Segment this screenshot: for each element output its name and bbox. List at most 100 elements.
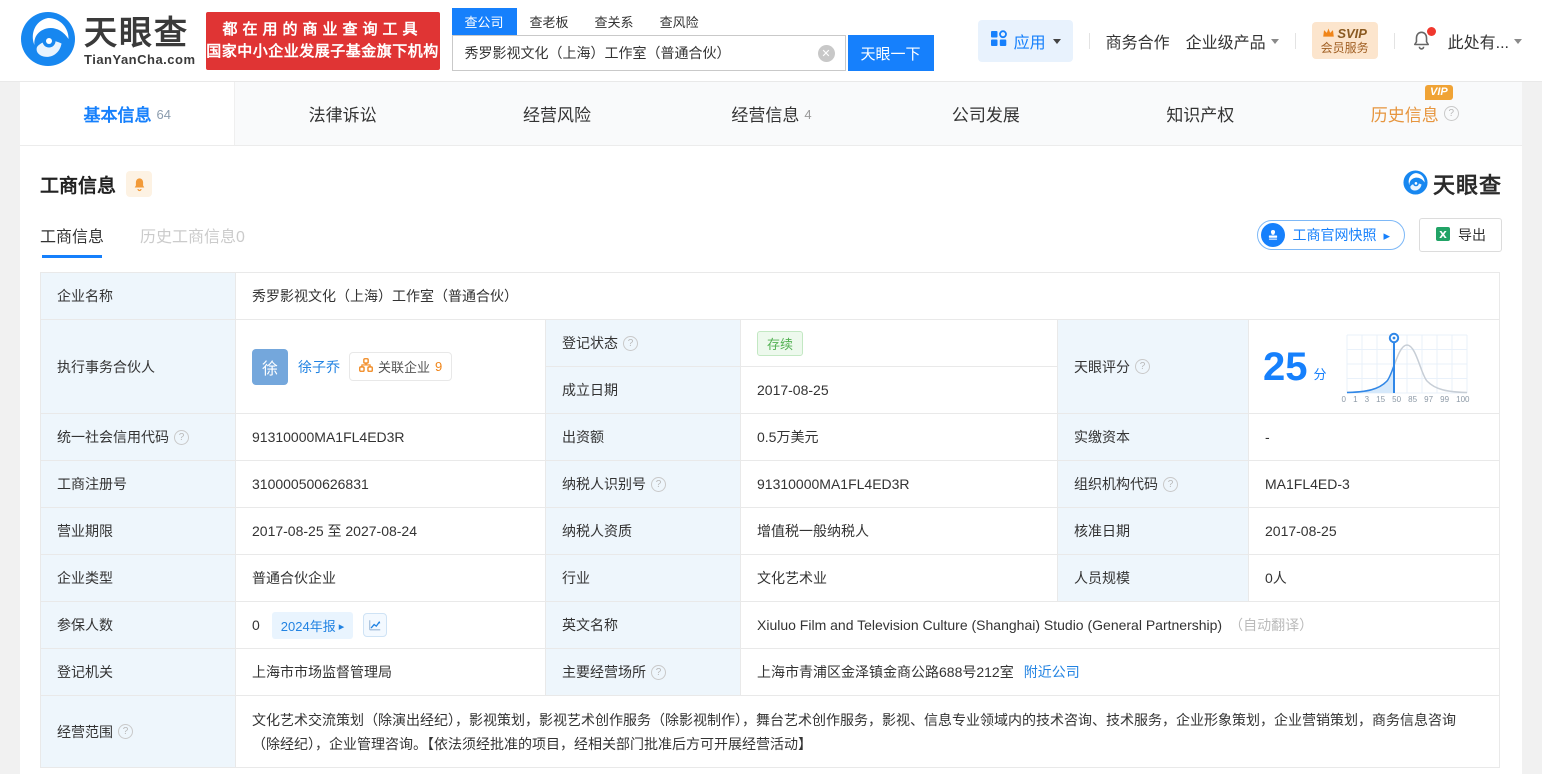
field-label-reg-number: 工商注册号 bbox=[41, 461, 236, 508]
enterprise-products-menu[interactable]: 企业级产品 bbox=[1186, 29, 1279, 53]
export-button[interactable]: X 导出 bbox=[1419, 218, 1502, 252]
field-label-industry: 行业 bbox=[546, 555, 741, 602]
tab-operation-info[interactable]: 经营信息 4 bbox=[664, 82, 878, 145]
search-tab-boss[interactable]: 查老板 bbox=[517, 8, 582, 35]
related-companies-label: 关联企业 bbox=[378, 360, 431, 375]
notifications-bell-icon[interactable] bbox=[1411, 27, 1436, 51]
tab-label: 公司发展 bbox=[951, 106, 1020, 125]
field-label-staff-size: 人员规模 bbox=[1058, 555, 1249, 602]
field-label-taxpayer-id: 纳税人识别号 bbox=[546, 461, 741, 508]
tianyancha-swirl-icon bbox=[20, 11, 76, 70]
subtab-history-business-info[interactable]: 历史工商信息0 bbox=[140, 223, 245, 247]
user-menu[interactable]: 此处有... bbox=[1448, 29, 1522, 53]
help-icon[interactable] bbox=[1135, 359, 1150, 374]
field-value-taxpayer-quality: 增值税一般纳税人 bbox=[741, 508, 1058, 555]
official-snapshot-button[interactable]: 工商官网快照 bbox=[1257, 220, 1405, 250]
trend-chart-icon[interactable] bbox=[363, 613, 388, 637]
header-divider bbox=[1088, 32, 1090, 49]
partner-name-link[interactable]: 徐子乔 bbox=[298, 357, 340, 377]
business-info-table: 企业名称 秀罗影视文化（上海）工作室（普通合伙） 执行事务合伙人 徐 徐子乔 关… bbox=[40, 272, 1500, 768]
monitor-bell-icon[interactable] bbox=[126, 171, 153, 197]
excel-icon: X bbox=[1435, 226, 1451, 245]
logo-domain: TianYanCha.com bbox=[84, 51, 196, 67]
subtab-business-info[interactable]: 工商信息 bbox=[40, 223, 104, 258]
crown-icon bbox=[1322, 26, 1335, 42]
field-value-taxpayer-id: 91310000MA1FL4ED3R bbox=[741, 461, 1058, 508]
search-input[interactable] bbox=[464, 45, 818, 61]
annual-report-label: 2024年报 bbox=[280, 618, 336, 634]
field-value-capital: 0.5万美元 bbox=[741, 414, 1058, 461]
search-tab-company[interactable]: 查公司 bbox=[451, 8, 517, 35]
field-value-reg-authority: 上海市市场监督管理局 bbox=[236, 649, 546, 696]
promo-line1: 都在用的商业查询工具 bbox=[222, 20, 423, 38]
snapshot-label: 工商官网快照 bbox=[1292, 227, 1377, 243]
tab-label: 经营风险 bbox=[523, 106, 592, 125]
label-text: 天眼评分 bbox=[1074, 358, 1130, 375]
field-value-credit-code: 91310000MA1FL4ED3R bbox=[236, 414, 546, 461]
svg-text:X: X bbox=[1439, 230, 1447, 241]
svip-member-button[interactable]: SVIP 会员服务 bbox=[1311, 21, 1378, 60]
search-tab-risk[interactable]: 查风险 bbox=[647, 8, 712, 35]
field-value-business-site: 上海市青浦区金泽镇金商公路688号212室 附近公司 bbox=[741, 649, 1499, 696]
notification-dot bbox=[1426, 27, 1436, 36]
related-companies-count: 9 bbox=[435, 359, 443, 374]
field-value-industry: 文化艺术业 bbox=[741, 555, 1058, 602]
tab-label: 知识产权 bbox=[1166, 106, 1235, 125]
tab-legal-litigation[interactable]: 法律诉讼 bbox=[235, 82, 449, 145]
member-service-label: 会员服务 bbox=[1320, 41, 1369, 56]
watermark-logo: 天眼查 bbox=[1403, 168, 1502, 200]
field-label-insured: 参保人数 bbox=[41, 602, 236, 649]
status-badge: 存续 bbox=[757, 330, 804, 356]
arrow-right-icon bbox=[1383, 227, 1390, 244]
search-tab-relation[interactable]: 查关系 bbox=[582, 8, 647, 35]
label-text: 主要经营场所 bbox=[562, 664, 646, 680]
tab-basic-info[interactable]: 基本信息 64 bbox=[20, 82, 236, 145]
label-text: 统一社会信用代码 bbox=[57, 429, 169, 445]
field-value-score: 25 分 0 1 3 15 50 85 97 99 100 bbox=[1249, 320, 1499, 414]
auto-translate-note: （自动翻译） bbox=[1229, 617, 1314, 633]
help-icon[interactable] bbox=[651, 476, 666, 492]
help-icon[interactable] bbox=[1163, 476, 1178, 492]
apps-menu[interactable]: 应用 bbox=[977, 19, 1073, 62]
tab-history-info[interactable]: 历史信息 VIP bbox=[1308, 82, 1522, 145]
search-block: 查公司 查老板 查关系 查风险 天眼一下 bbox=[451, 8, 934, 71]
annual-report-badge[interactable]: 2024年报 bbox=[271, 611, 354, 639]
search-button[interactable]: 天眼一下 bbox=[847, 35, 934, 71]
promo-banner: 都在用的商业查询工具 国家中小企业发展子基金旗下机构 bbox=[205, 11, 440, 70]
apps-grid-icon bbox=[990, 29, 1007, 52]
score-distribution-chart: 01 3 15 50 85 97 99 100 bbox=[1337, 329, 1477, 404]
help-icon[interactable] bbox=[623, 335, 638, 351]
site-header: 天眼查 TianYanCha.com 都在用的商业查询工具 国家中小企业发展子基… bbox=[0, 0, 1542, 82]
header-actions: 应用 商务合作 企业级产品 SVIP 会员服务 此处有... bbox=[977, 19, 1522, 62]
field-label-business-term: 营业期限 bbox=[41, 508, 236, 555]
tianyancha-logo[interactable]: 天眼查 TianYanCha.com bbox=[20, 11, 196, 70]
help-icon[interactable] bbox=[1443, 106, 1459, 121]
partner-avatar[interactable]: 徐 bbox=[252, 348, 288, 385]
help-icon[interactable] bbox=[174, 429, 189, 445]
field-value-business-term: 2017-08-25 至 2027-08-24 bbox=[236, 508, 546, 555]
related-companies-badge[interactable]: 关联企业 9 bbox=[349, 352, 453, 381]
field-label-capital: 出资额 bbox=[546, 414, 741, 461]
tab-operation-risk[interactable]: 经营风险 bbox=[450, 82, 664, 145]
clear-search-icon[interactable] bbox=[817, 44, 835, 62]
tab-company-development[interactable]: 公司发展 bbox=[879, 82, 1093, 145]
tab-label: 法律诉讼 bbox=[308, 106, 377, 125]
logo-title: 天眼查 bbox=[84, 13, 189, 51]
chevron-down-icon bbox=[1514, 39, 1522, 44]
field-value-business-scope: 文化艺术交流策划（除演出经纪），影视策划，影视艺术创作服务（除影视制作），舞台艺… bbox=[236, 696, 1499, 768]
org-chart-icon bbox=[359, 358, 373, 375]
nearby-companies-link[interactable]: 附近公司 bbox=[1024, 662, 1080, 682]
search-tabs: 查公司 查老板 查关系 查风险 bbox=[451, 8, 934, 35]
field-label-business-site: 主要经营场所 bbox=[546, 649, 741, 696]
business-cooperation-link[interactable]: 商务合作 bbox=[1106, 29, 1170, 53]
field-label-score: 天眼评分 bbox=[1058, 320, 1249, 414]
help-icon[interactable] bbox=[651, 664, 666, 680]
tab-label: 经营信息 bbox=[731, 106, 800, 125]
help-icon[interactable] bbox=[118, 724, 133, 739]
header-divider bbox=[1393, 32, 1395, 49]
field-value-insured: 0 2024年报 bbox=[236, 602, 546, 649]
tab-count: 64 bbox=[156, 107, 171, 122]
field-label-org-code: 组织机构代码 bbox=[1058, 461, 1249, 508]
tab-intellectual-property[interactable]: 知识产权 bbox=[1093, 82, 1307, 145]
field-value-managing-partner: 徐 徐子乔 关联企业 9 bbox=[236, 320, 546, 414]
